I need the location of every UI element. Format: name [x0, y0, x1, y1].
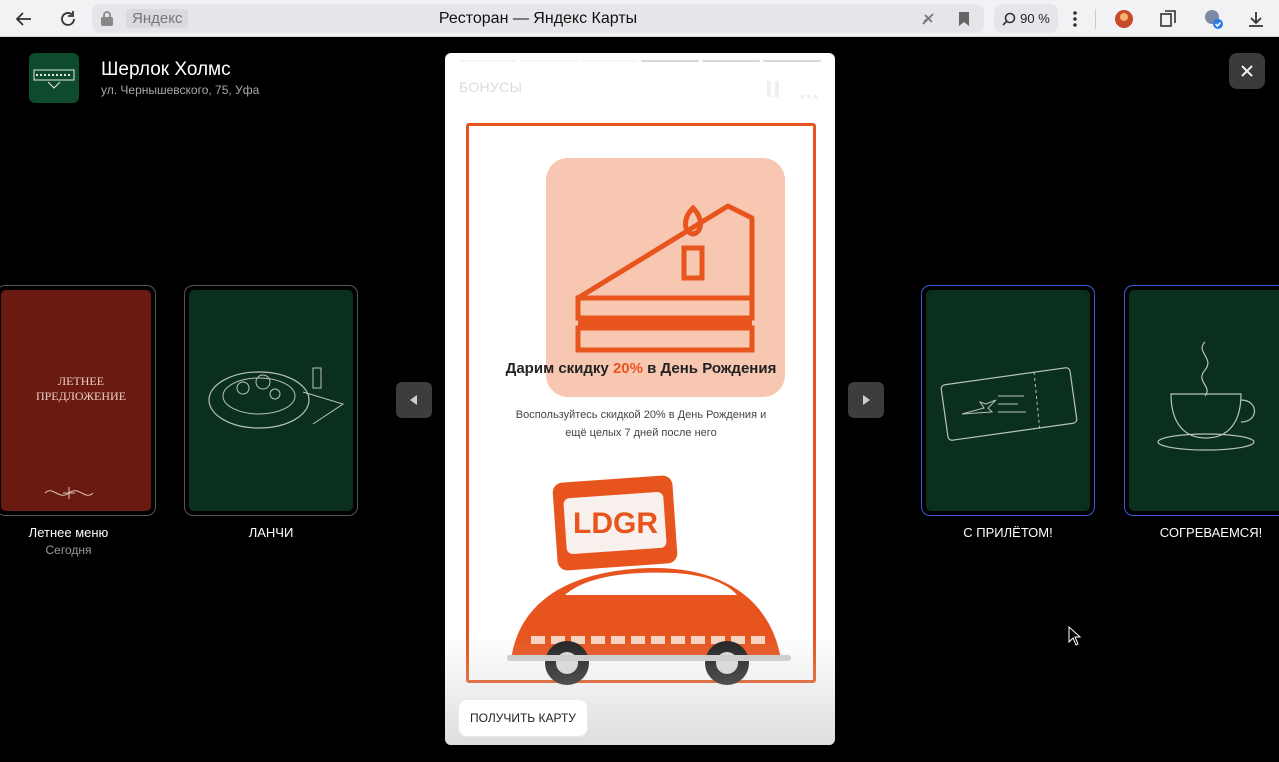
story-card-cover: [1129, 290, 1279, 511]
story-card-lunch[interactable]: [184, 285, 358, 516]
story-label: Летнее меню: [28, 525, 109, 540]
story-card-cover: [189, 290, 353, 511]
get-card-button[interactable]: ПОЛУЧИТЬ КАРТУ: [459, 700, 587, 736]
progress-segment: [641, 60, 700, 62]
lock-icon: [101, 11, 113, 26]
story-title: БОНУСЫ: [459, 79, 523, 95]
zoom-indicator[interactable]: 90 %: [994, 4, 1058, 33]
progress-segment: [580, 60, 639, 62]
close-icon: [1241, 65, 1253, 77]
address-domain: Яндекс: [126, 9, 189, 28]
headline-text: Дарим скидку: [505, 360, 613, 377]
mouse-cursor-icon: [1068, 626, 1082, 646]
toolbar-separator: [1095, 9, 1096, 29]
ornament-icon: [44, 487, 94, 499]
story-viewer[interactable]: БОНУСЫ Дарим скидку 20% в День Рождения …: [445, 53, 835, 745]
progress-segment: [702, 60, 761, 62]
next-story-button[interactable]: [848, 382, 884, 418]
story-card-summer-menu[interactable]: ЛЕТНЕЕ ПРЕДЛОЖЕНИЕ: [0, 285, 156, 516]
alice-icon[interactable]: [1111, 6, 1137, 32]
back-icon[interactable]: [11, 6, 37, 32]
page-title: Ресторан — Яндекс Карты: [438, 10, 638, 27]
headline-text-end: в День Рождения: [642, 360, 777, 377]
pause-button[interactable]: [766, 81, 780, 102]
bookmark-icon[interactable]: [954, 9, 974, 29]
more-dots-icon: [800, 94, 818, 99]
story-headline: Дарим скидку 20% в День Рождения: [466, 358, 816, 380]
progress-segment: [763, 60, 821, 62]
story-more-button[interactable]: [800, 86, 818, 104]
story-card-warmup[interactable]: [1124, 285, 1279, 516]
download-icon[interactable]: [1243, 6, 1269, 32]
address-bar[interactable]: Яндекс Ресторан — Яндекс Карты: [92, 4, 984, 33]
browser-toolbar: Яндекс Ресторан — Яндекс Карты 90 %: [0, 0, 1279, 37]
story-card-welcome[interactable]: [921, 285, 1095, 516]
story-progress: [459, 60, 821, 62]
headline-accent: 20%: [612, 360, 643, 377]
story-label: СОГРЕВАЕМСЯ!: [1159, 525, 1263, 540]
coffee-cup-icon: [1157, 341, 1256, 451]
no-track-icon[interactable]: [918, 9, 938, 29]
plate-icon: [208, 367, 345, 429]
caret-left-icon: [410, 395, 417, 405]
story-card-cover: ЛЕТНЕЕ ПРЕДЛОЖЕНИЕ: [1, 290, 151, 511]
story-subtext: Воспользуйтесь скидкой 20% в День Рожден…: [515, 409, 767, 439]
place-address: ул. Чернышевского, 75, Уфа: [101, 83, 260, 97]
profile-icon[interactable]: [1201, 6, 1227, 32]
pause-icon: [767, 81, 779, 97]
svg-text:LDGR: LDGR: [573, 507, 658, 540]
zoom-icon: [1002, 12, 1016, 26]
prev-story-button[interactable]: [396, 382, 432, 418]
collections-icon[interactable]: [1155, 6, 1181, 32]
car-illustration: LDGR: [507, 475, 791, 685]
zoom-level: 90 %: [1020, 11, 1050, 26]
story-label: ЛАНЧИ: [248, 525, 294, 540]
close-button[interactable]: [1229, 53, 1265, 89]
progress-segment: [459, 60, 517, 62]
ticket-icon: [940, 367, 1078, 441]
story-card-cover: [926, 290, 1090, 511]
story-label: С ПРИЛЁТОМ!: [963, 525, 1053, 540]
place-logo: [29, 53, 79, 103]
progress-segment: [519, 60, 578, 62]
story-card-text: ЛЕТНЕЕ ПРЕДЛОЖЕНИЕ: [35, 374, 127, 403]
story-date: Сегодня: [45, 543, 92, 557]
place-name[interactable]: Шерлок Холмс: [101, 59, 231, 81]
menu-dots-icon[interactable]: [1062, 6, 1088, 32]
reload-icon[interactable]: [55, 6, 81, 32]
caret-right-icon: [863, 395, 870, 405]
